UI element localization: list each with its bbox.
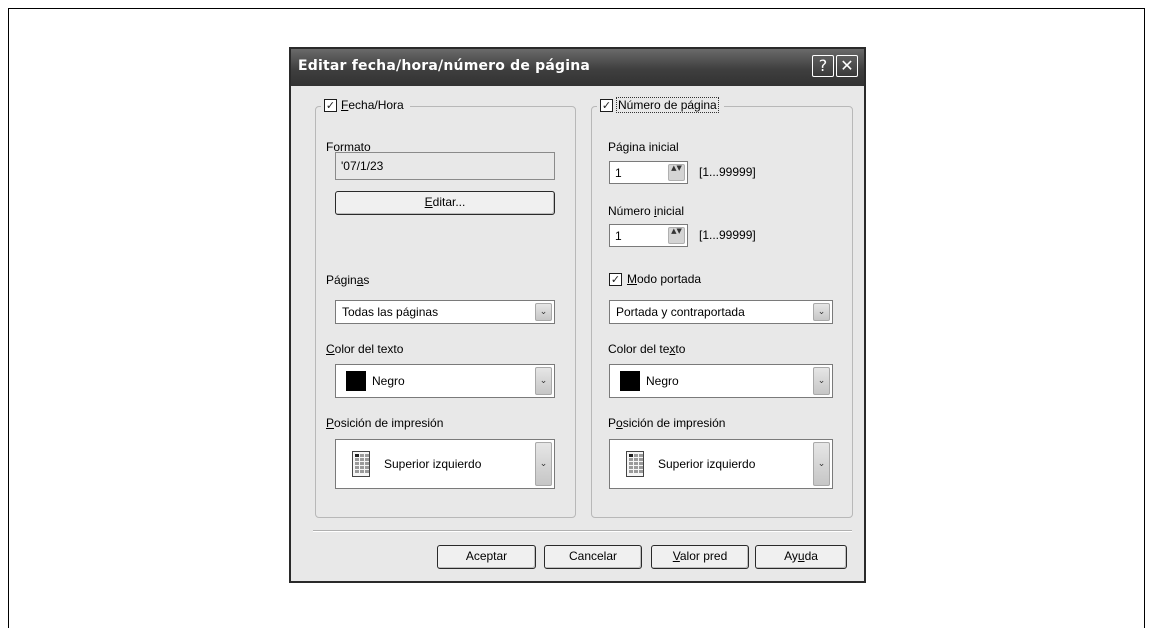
date-text-color-value: Negro (372, 374, 405, 388)
footer-separator (313, 530, 852, 532)
chevron-down-icon[interactable]: ⌄ (535, 442, 552, 486)
page-number-checkbox[interactable]: ✓ (600, 98, 613, 112)
dialog-title: Editar fecha/hora/número de página (298, 58, 591, 74)
cancel-button[interactable]: Cancelar (544, 545, 642, 569)
date-print-position-value: Superior izquierdo (384, 457, 482, 471)
format-display-field: '07/1/23 (335, 152, 555, 180)
page-text-color-select[interactable]: Negro ⌄ (609, 364, 833, 398)
date-text-color-label: Color del texto (326, 342, 404, 356)
start-page-spinner[interactable]: 1 ▲▼ (609, 161, 688, 184)
start-number-spinner[interactable]: 1 ▲▼ (609, 224, 688, 247)
ok-button[interactable]: Aceptar (437, 545, 536, 569)
format-value: '07/1/23 (341, 159, 384, 173)
start-number-range: [1...99999] (699, 228, 756, 242)
title-bar[interactable]: Editar fecha/hora/número de página ? ✕ (291, 49, 864, 86)
page-number-checkbox-row[interactable]: ✓ Número de página (597, 97, 724, 113)
spin-up-down-icon[interactable]: ▲▼ (668, 227, 685, 244)
page-print-position-select[interactable]: Superior izquierdo ⌄ (609, 439, 833, 489)
date-time-checkbox[interactable]: ✓ (324, 98, 337, 112)
start-page-label: Página inicial (608, 140, 679, 154)
date-time-checkbox-label: Fecha/Hora (341, 98, 404, 112)
pages-select-value: Todas las páginas (342, 305, 439, 319)
start-number-value: 1 (615, 229, 622, 243)
help-button[interactable]: Ayuda (755, 545, 847, 569)
pages-select[interactable]: Todas las páginas ⌄ (335, 300, 555, 324)
close-icon[interactable]: ✕ (836, 55, 858, 77)
black-color-swatch (620, 371, 640, 391)
page-number-checkbox-label: Número de página (616, 97, 719, 113)
page-number-group: ✓ Número de página Página inicial 1 ▲▼ [… (591, 97, 853, 518)
default-values-button[interactable]: Valor pred (651, 545, 749, 569)
start-number-label: Número inicial (608, 204, 685, 218)
page-print-position-value: Superior izquierdo (658, 457, 756, 471)
page-text-color-label: Color del texto (608, 342, 686, 356)
spin-up-down-icon[interactable]: ▲▼ (668, 164, 685, 181)
cover-mode-checkbox[interactable]: ✓ (609, 272, 622, 286)
date-time-group: ✓ Fecha/Hora Formato '07/1/23 Editar... … (315, 98, 576, 518)
cover-mode-label: Modo portada (627, 272, 702, 286)
page-position-top-left-icon (352, 451, 370, 477)
page-text-color-value: Negro (646, 374, 679, 388)
date-print-position-select[interactable]: Superior izquierdo ⌄ (335, 439, 555, 489)
chevron-down-icon[interactable]: ⌄ (535, 367, 552, 395)
chevron-down-icon[interactable]: ⌄ (813, 303, 830, 321)
date-text-color-select[interactable]: Negro ⌄ (335, 364, 555, 398)
page-print-position-label: Posición de impresión (608, 416, 726, 430)
start-page-value: 1 (615, 166, 622, 180)
chevron-down-icon[interactable]: ⌄ (813, 442, 830, 486)
cover-mode-value: Portada y contraportada (616, 305, 745, 319)
help-question-icon[interactable]: ? (812, 55, 834, 77)
chevron-down-icon[interactable]: ⌄ (535, 303, 552, 321)
cover-mode-select[interactable]: Portada y contraportada ⌄ (609, 300, 833, 324)
pages-label: Páginas (326, 273, 370, 287)
edit-date-time-page-number-dialog: Editar fecha/hora/número de página ? ✕ ✓… (289, 47, 866, 583)
date-time-checkbox-row[interactable]: ✓ Fecha/Hora (321, 98, 410, 112)
edit-format-button[interactable]: Editar... (335, 191, 555, 215)
black-color-swatch (346, 371, 366, 391)
start-page-range: [1...99999] (699, 165, 756, 179)
date-print-position-label: Posición de impresión (326, 416, 444, 430)
cover-mode-checkbox-row[interactable]: ✓ Modo portada (609, 272, 701, 286)
page-position-top-left-icon (626, 451, 644, 477)
chevron-down-icon[interactable]: ⌄ (813, 367, 830, 395)
